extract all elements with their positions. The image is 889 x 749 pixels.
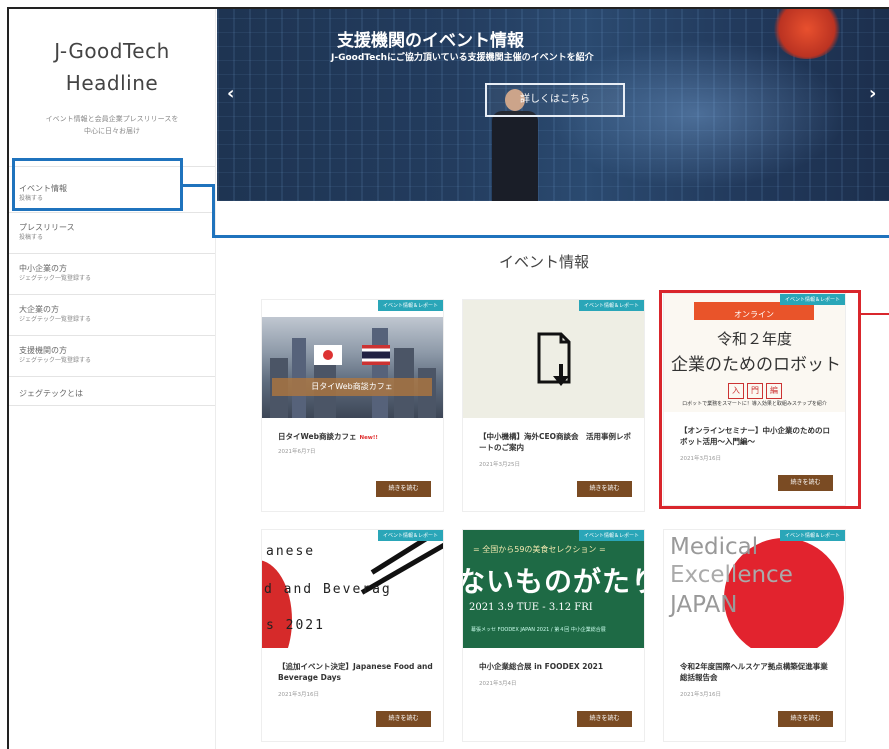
card-date: 2021年3月25日 (479, 462, 520, 468)
card-date: 2021年3月16日 (680, 692, 721, 698)
tagline-line-1: イベント情報と会員企業プレスリリースを (45, 115, 179, 123)
sidebar-item-sme[interactable]: 中小企業の方 ジェグテック一覧登録する (9, 253, 215, 294)
sidebar-item-press-release[interactable]: プレスリリース 投稿する (9, 212, 215, 253)
event-card[interactable]: = 全国から59の美食セレクション = ないものがたり 2021 3.9 TUE… (462, 529, 645, 742)
read-more-button[interactable]: 続きを読む (577, 481, 632, 497)
sidebar-item-sub: ジェグテック一覧登録する (19, 316, 92, 323)
highlight-box-red (659, 290, 861, 509)
sidebar-item-sub: ジェグテック一覧登録する (19, 275, 92, 282)
event-card[interactable]: anese d and Beverag s 2021 イベント情報＆レポート 【… (261, 529, 444, 742)
thumb-red-shape (262, 560, 292, 648)
site-logo[interactable]: J-GoodTech Headline (9, 35, 215, 99)
read-more-button[interactable]: 続きを読む (577, 711, 632, 727)
event-card[interactable]: 日タイWeb商談カフェ イベント情報＆レポート 日タイWeb商談カフェ New!!… (261, 299, 444, 512)
category-badge[interactable]: イベント情報＆レポート (377, 300, 443, 311)
connector-line (212, 185, 215, 238)
event-card[interactable]: Medical Excellence JAPAN イベント情報＆レポート 令和2… (663, 529, 846, 742)
chevron-right-icon[interactable]: › (869, 83, 876, 104)
card-thumbnail[interactable]: anese d and Beverag s 2021 (262, 530, 443, 648)
thumb-text: JAPAN (670, 592, 738, 618)
sidebar-item-about[interactable]: ジェグテックとは (9, 376, 215, 406)
thumb-footer: 幕張メッセ FOODEX JAPAN 2021 / 第４回 中小企業総合展 (471, 627, 606, 633)
card-title[interactable]: 日タイWeb商談カフェ New!! (278, 431, 433, 444)
event-card[interactable]: イベント情報＆レポート 【中小機構】海外CEO商談会 活用事例レポートのご案内 … (462, 299, 645, 512)
category-badge[interactable]: イベント情報＆レポート (779, 530, 845, 541)
site-tagline: イベント情報と会員企業プレスリリースを 中心に日々お届け (9, 113, 215, 137)
connector-line (212, 235, 889, 238)
sidebar-item-label: 大企業の方 (19, 305, 59, 314)
card-thumbnail[interactable]: 日タイWeb商談カフェ (262, 300, 443, 418)
card-title[interactable]: 中小企業総合展 in FOODEX 2021 (479, 661, 634, 672)
sidebar: J-GoodTech Headline イベント情報と会員企業プレスリリースを … (9, 9, 216, 749)
sidebar-item-label: プレスリリース (19, 223, 75, 232)
chevron-left-icon[interactable]: ‹ (227, 83, 234, 104)
card-title-text: 日タイWeb商談カフェ (278, 432, 357, 441)
thumb-caption: 日タイWeb商談カフェ (272, 378, 432, 396)
card-title[interactable]: 令和2年度国際ヘルスケア拠点構築促進事業 総括報告会 (680, 661, 835, 683)
category-badge[interactable]: イベント情報＆レポート (779, 294, 845, 305)
card-date: 2021年3月16日 (278, 692, 319, 698)
thumb-text: anese (266, 544, 316, 559)
card-thumbnail[interactable]: Medical Excellence JAPAN (664, 530, 845, 648)
card-date: 2021年3月4日 (479, 681, 517, 687)
thumb-text: Medical (670, 534, 759, 560)
thumb-text: d and Beverag (264, 582, 392, 597)
logo-line-2: Headline (65, 71, 159, 95)
thumb-text: s 2021 (266, 618, 325, 633)
category-badge[interactable]: イベント情報＆レポート (377, 530, 443, 541)
thumb-heading: ないものがたり (463, 565, 644, 598)
sidebar-item-label: 支援機関の方 (19, 346, 67, 355)
connector-line (183, 184, 215, 187)
japan-flag-icon (314, 345, 342, 365)
thumb-date: 2021 3.9 TUE - 3.12 FRI (469, 602, 593, 613)
thumb-header: = 全国から59の美食セレクション = (473, 545, 606, 554)
read-more-button[interactable]: 続きを読む (376, 481, 431, 497)
tagline-line-2: 中心に日々お届け (84, 127, 140, 135)
document-download-icon (537, 332, 571, 386)
category-badge[interactable]: イベント情報＆レポート (578, 300, 644, 311)
banner-title: 支援機関のイベント情報 (337, 31, 524, 51)
card-title[interactable]: 【追加イベント決定】Japanese Food and Beverage Day… (278, 661, 433, 683)
sidebar-item-label: ジェグテックとは (19, 389, 83, 398)
category-badge[interactable]: イベント情報＆レポート (578, 530, 644, 541)
card-thumbnail[interactable]: = 全国から59の美食セレクション = ないものがたり 2021 3.9 TUE… (463, 530, 644, 648)
sidebar-item-sub: ジェグテック一覧登録する (19, 357, 92, 364)
sidebar-item-support-org[interactable]: 支援機関の方 ジェグテック一覧登録する (9, 335, 215, 376)
connector-line (861, 313, 889, 315)
banner-subtitle: J-GoodTechにご協力頂いている支援機関主催のイベントを紹介 (331, 53, 594, 63)
sidebar-item-sub: 投稿する (19, 234, 44, 241)
thailand-flag-icon (362, 345, 390, 365)
thumb-text: Excellence (670, 562, 793, 588)
highlight-box-blue (12, 158, 183, 211)
card-thumbnail[interactable] (463, 300, 644, 418)
banner-details-button[interactable]: 詳しくはこちら (485, 83, 625, 117)
read-more-button[interactable]: 続きを読む (778, 711, 833, 727)
sidebar-item-large-company[interactable]: 大企業の方 ジェグテック一覧登録する (9, 294, 215, 335)
logo-line-1: J-GoodTech (54, 39, 170, 63)
card-date: 2021年6月7日 (278, 449, 316, 455)
sidebar-item-label: 中小企業の方 (19, 264, 67, 273)
read-more-button[interactable]: 続きを読む (376, 711, 431, 727)
hero-banner[interactable]: 支援機関のイベント情報 J-GoodTechにご協力頂いている支援機関主催のイベ… (217, 9, 889, 201)
new-label: New!! (359, 435, 378, 441)
section-title: イベント情報 (499, 253, 590, 271)
card-title[interactable]: 【中小機構】海外CEO商談会 活用事例レポートのご案内 (479, 431, 634, 453)
